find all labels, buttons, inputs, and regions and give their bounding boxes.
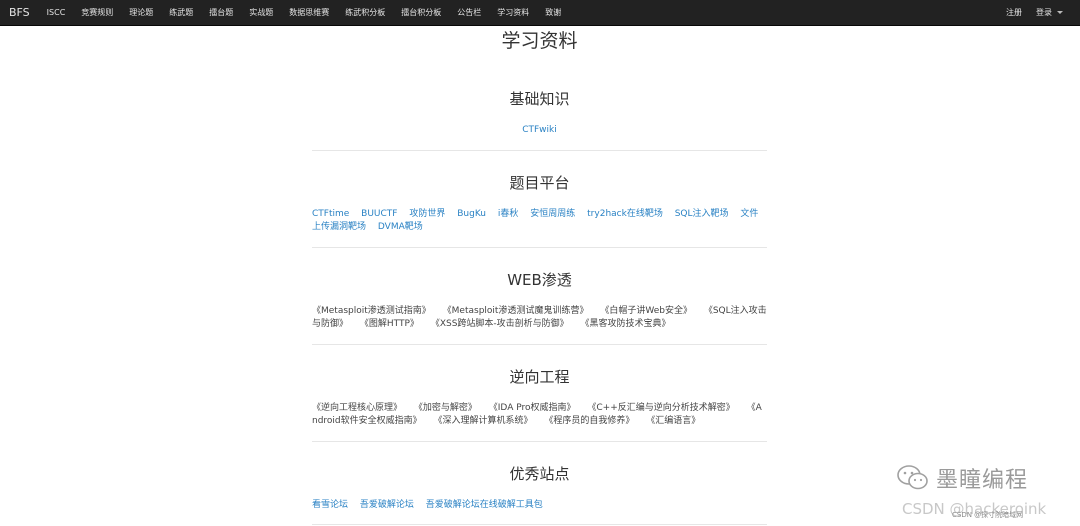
book-item: 《黑客攻防技术宝典》 [580,319,671,329]
section-title: 题目平台 [509,173,570,192]
nav-item-announcements[interactable]: 公告栏 [449,0,489,25]
book-item: 《图解HTTP》 [359,319,419,329]
link-sqli-range[interactable]: SQL注入靶场 [675,209,729,219]
book-item: 《白帽子讲Web安全》 [600,305,692,316]
book-item: 《IDA Pro权威指南》 [488,402,576,413]
watermark-logo: 墨瞳编程 [896,462,1028,494]
register-link[interactable]: 注册 [999,0,1029,25]
book-list: 《Metasploit渗透测试指南》 《Metasploit渗透测试魔鬼训练营》… [312,293,767,344]
nav-item-iscc[interactable]: ISCC [39,0,74,25]
nav-item-practice-scoreboard[interactable]: 练武积分板 [337,0,393,25]
book-item: 《XSS跨站脚本-攻击剖析与防御》 [430,319,569,329]
link-anheng-weekly[interactable]: 安恒周周练 [530,209,575,219]
section-title: 基础知识 [509,90,570,108]
section-title: WEB渗透 [507,270,572,289]
book-list: 《逆向工程核心原理》 《加密与解密》 《IDA Pro权威指南》 《C++反汇编… [312,390,767,441]
section-recommended-sites: 优秀站点 看雪论坛 吾爱破解论坛 吾爱破解论坛在线破解工具包 [312,442,767,525]
nav-item-learning[interactable]: 学习资料 [489,0,537,25]
nav-item-arena-scoreboard[interactable]: 擂台积分板 [393,0,449,25]
book-item: 《汇编语言》 [646,416,701,426]
link-ctfwiki[interactable]: CTFwiki [522,125,557,135]
link-ctftime[interactable]: CTFtime [312,209,349,219]
section-title: 优秀站点 [509,464,570,483]
nav-item-combat[interactable]: 实战题 [241,0,281,25]
link-52pojie-tools[interactable]: 吾爱破解论坛在线破解工具包 [426,500,543,510]
watermark-small: CSDN @探寸院暗域网 [952,511,1024,519]
book-item: 《逆向工程核心原理》 [312,402,403,413]
nav-item-rules[interactable]: 竞赛规则 [73,0,121,25]
nav-right: 注册 登录 [999,0,1080,25]
link-ichunqiu[interactable]: i春秋 [498,209,519,219]
link-52pojie[interactable]: 吾爱破解论坛 [360,500,414,510]
section-reverse-engineering: 逆向工程 《逆向工程核心原理》 《加密与解密》 《IDA Pro权威指南》 《C… [312,345,767,442]
main-content: 学习资料 基础知识 CTFwiki 题目平台 CTFtime BUUCTF 攻防… [312,25,767,525]
book-item: 《C++反汇编与逆向分析技术解密》 [587,402,735,413]
book-item: 《Metasploit渗透测试指南》 [312,305,431,316]
page-title: 学习资料 [501,30,578,52]
link-list: CTFwiki [312,112,767,150]
nav-menu: ISCC 竞赛规则 理论题 练武题 擂台题 实战题 数据思维赛 练武积分板 擂台… [39,0,570,25]
link-list: CTFtime BUUCTF 攻防世界 BugKu i春秋 安恒周周练 try2… [312,196,767,247]
section-web-pentest: WEB渗透 《Metasploit渗透测试指南》 《Metasploit渗透测试… [312,248,767,345]
link-list: 看雪论坛 吾爱破解论坛 吾爱破解论坛在线破解工具包 [312,487,767,525]
link-buuctf[interactable]: BUUCTF [361,209,397,219]
book-item: 《程序员的自我修养》 [544,416,635,426]
login-dropdown[interactable]: 登录 [1029,0,1070,25]
nav-item-thanks[interactable]: 致谢 [537,0,569,25]
book-item: 《深入理解计算机系统》 [433,416,533,426]
section-platforms: 题目平台 CTFtime BUUCTF 攻防世界 BugKu i春秋 安恒周周练… [312,151,767,248]
link-kanxue[interactable]: 看雪论坛 [312,500,348,510]
book-item: 《Metasploit渗透测试魔鬼训练营》 [442,305,589,316]
link-adworld[interactable]: 攻防世界 [409,209,445,219]
brand-link[interactable]: BFS [0,6,39,19]
link-try2hack[interactable]: try2hack在线靶场 [587,209,663,219]
book-item: 《加密与解密》 [413,402,477,413]
section-basics: 基础知识 CTFwiki [312,67,767,151]
link-bugku[interactable]: BugKu [457,209,486,219]
top-navbar: BFS ISCC 竞赛规则 理论题 练武题 擂台题 实战题 数据思维赛 练武积分… [0,0,1080,26]
wechat-icon [897,465,928,490]
nav-item-theory[interactable]: 理论题 [121,0,161,25]
section-title: 逆向工程 [509,367,570,386]
nav-item-practice[interactable]: 练武题 [161,0,201,25]
caret-down-icon [1057,11,1063,14]
nav-item-data-thinking[interactable]: 数据思维赛 [281,0,337,25]
watermark-brand-text: 墨瞳编程 [936,468,1029,493]
link-dvma-range[interactable]: DVMA靶场 [378,222,423,232]
login-label: 登录 [1036,8,1052,17]
nav-item-arena[interactable]: 擂台题 [201,0,241,25]
